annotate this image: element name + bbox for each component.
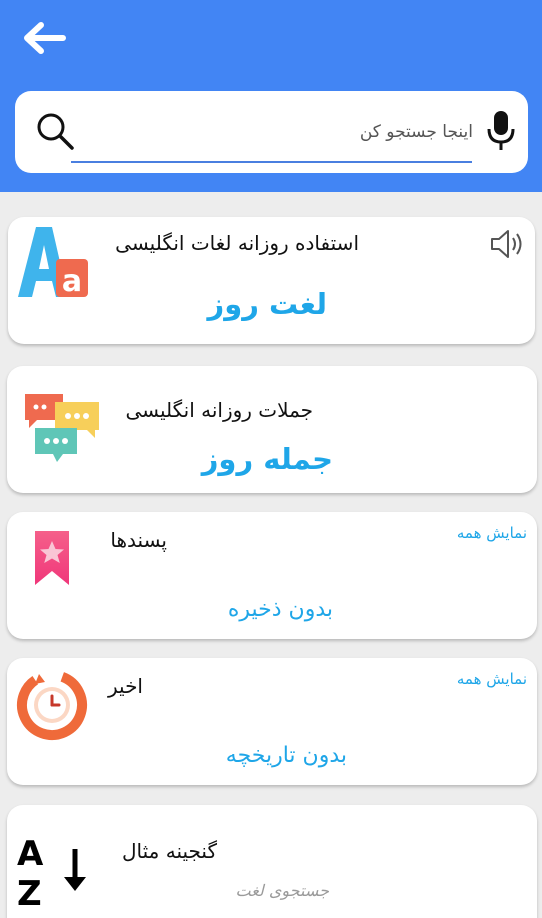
search-input[interactable] (73, 115, 473, 149)
recent-card: اخیر نمایش همه بدون تاریخچه (7, 658, 537, 785)
svg-text:Z: Z (17, 874, 42, 909)
svg-text:a: a (62, 264, 82, 299)
top-app-bar (0, 0, 542, 192)
bookmark-star-icon (35, 531, 69, 585)
microphone-icon[interactable] (484, 109, 518, 153)
az-sort-icon: A Z (17, 834, 86, 909)
chat-bubbles-icon (25, 394, 99, 462)
history-clock-icon (17, 670, 87, 740)
recent-show-all-link[interactable]: نمایش همه (457, 670, 527, 688)
word-of-day-title: استفاده روزانه لغات انگلیسی (115, 231, 359, 255)
arrow-left-icon (24, 22, 66, 54)
search-underline (71, 161, 472, 163)
search-box (15, 91, 528, 173)
favorites-empty-text: بدون ذخیره (227, 597, 333, 622)
word-search-link[interactable]: جستجوی لغت (236, 881, 330, 900)
examples-card[interactable]: A Z گنجینه مثال جستجوی لغت (7, 805, 537, 918)
favorites-show-all-link[interactable]: نمایش همه (457, 524, 527, 542)
recent-title: اخیر (108, 674, 143, 698)
speaker-icon[interactable] (489, 227, 525, 261)
sentence-of-day-title: جملات روزانه انگلیسی (125, 398, 313, 422)
back-button[interactable] (18, 18, 70, 58)
sentence-of-day-label: جمله روز (201, 442, 333, 476)
word-of-day-label: لغت روز (207, 287, 327, 321)
sentence-of-day-card[interactable]: جملات روزانه انگلیسی جمله روز (7, 366, 537, 493)
favorites-title: پسندها (110, 528, 167, 552)
examples-title: گنجینه مثال (122, 839, 217, 863)
svg-text:A: A (17, 834, 44, 874)
letters-aa-icon: a (18, 227, 88, 299)
recent-empty-text: بدون تاریخچه (225, 743, 347, 768)
word-of-day-card[interactable]: a استفاده روزانه لغات انگلیسی لغت روز (8, 217, 535, 344)
favorites-card: پسندها نمایش همه بدون ذخیره (7, 512, 537, 639)
search-icon[interactable] (35, 111, 75, 151)
